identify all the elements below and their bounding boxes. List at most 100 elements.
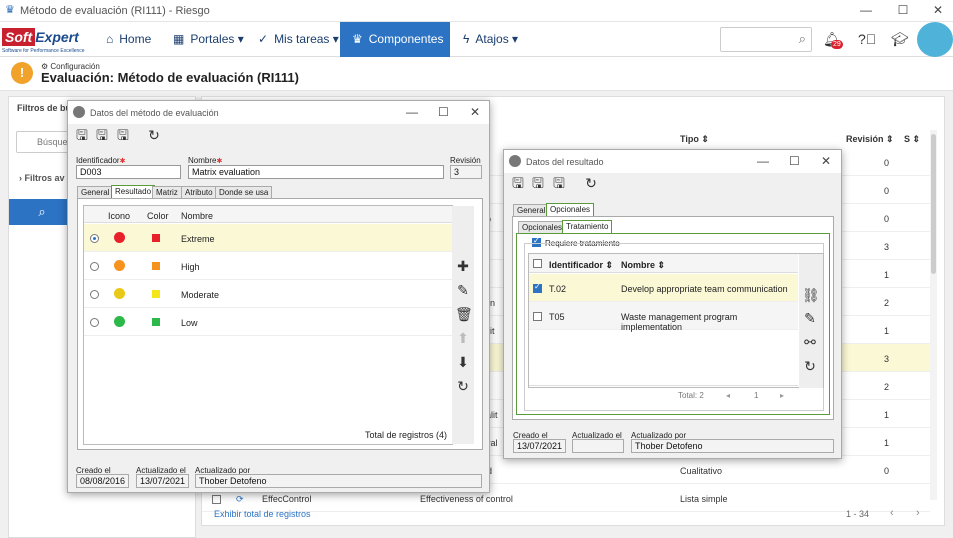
check-icon: ✓: [258, 32, 269, 46]
row-radio[interactable]: [90, 262, 99, 271]
list-item[interactable]: Low: [84, 308, 452, 336]
col-tipo[interactable]: Tipo ⇕: [680, 134, 709, 148]
list-item[interactable]: Moderate: [84, 280, 452, 308]
result-name: High: [181, 262, 200, 272]
save-new-icon[interactable]: 🖫︎: [74, 127, 90, 143]
id-field[interactable]: D003: [76, 165, 181, 179]
maximize-button[interactable]: ☐: [893, 3, 913, 17]
created-field: 13/07/2021: [513, 439, 566, 453]
col-s[interactable]: S ⇕: [904, 134, 920, 148]
prev-page-button[interactable]: ◂: [726, 391, 730, 400]
result-name: Extreme: [181, 234, 215, 244]
select-all-checkbox[interactable]: [533, 259, 542, 268]
save-close-icon[interactable]: 🖫︎: [551, 175, 567, 191]
save-close-icon[interactable]: 🖫︎: [115, 127, 131, 143]
next-page-button[interactable]: ▸: [780, 391, 784, 400]
name-field[interactable]: Matrix evaluation: [188, 165, 444, 179]
close-button[interactable]: ✕: [928, 3, 948, 17]
total-records: Total de registros (4): [365, 430, 448, 440]
save-icon[interactable]: 🖫︎: [530, 175, 546, 191]
help-icon[interactable]: ?⃝: [858, 31, 876, 47]
home-icon: ⌂: [106, 32, 114, 46]
link-icon[interactable]: ⛓︎: [802, 287, 820, 304]
edit-icon[interactable]: ✎: [802, 310, 818, 327]
tab-general[interactable]: General: [77, 186, 114, 198]
minimize-button[interactable]: —: [856, 3, 876, 17]
col-revision[interactable]: Revisión ⇕: [846, 134, 894, 148]
face-icon: [114, 232, 125, 243]
treatment-total: Total: 2: [678, 391, 704, 400]
row-radio[interactable]: [90, 290, 99, 299]
add-icon[interactable]: ✚: [455, 258, 471, 275]
page-number: 1: [754, 391, 759, 400]
maximize-button[interactable]: ☐: [789, 154, 800, 168]
nav-mis-tareas[interactable]: ✓ Mis tareas ▾: [258, 22, 340, 57]
list-item[interactable]: High: [84, 252, 452, 280]
save-new-icon[interactable]: 🖫︎: [510, 175, 526, 191]
grid-scrollbar[interactable]: [930, 130, 937, 500]
table-row[interactable]: T.02 Develop appropriate team communicati…: [529, 274, 798, 302]
page-header: ! ⚙ Configuración Evaluación: Método de …: [0, 57, 953, 91]
nav-atajos[interactable]: ϟ Atajos ▾: [463, 22, 523, 57]
notification-badge: 29: [831, 40, 843, 49]
row-checkbox[interactable]: [533, 312, 542, 321]
refresh-icon[interactable]: ↻: [583, 175, 599, 191]
move-up-icon[interactable]: ⬆: [455, 330, 471, 347]
subtab-opcionales[interactable]: Opcionales: [518, 221, 567, 233]
avatar[interactable]: [917, 22, 953, 57]
graduation-cap-icon[interactable]: 🎓︎: [891, 31, 909, 48]
save-icon[interactable]: 🖫︎: [94, 127, 110, 143]
tab-general[interactable]: General: [513, 204, 550, 216]
tab-opcionales[interactable]: Opcionales: [546, 203, 595, 216]
row-checkbox[interactable]: [533, 282, 542, 293]
edit-icon[interactable]: ✎: [455, 282, 471, 299]
col-nombre[interactable]: Nombre ⇕: [621, 260, 665, 271]
updated-by-field: Thober Detofeno: [195, 474, 482, 488]
tab-resultado[interactable]: Resultado: [111, 185, 156, 198]
table-row[interactable]: T05 Waste management program implementati…: [529, 302, 798, 332]
advanced-filters-toggle[interactable]: › Filtros av: [19, 173, 65, 183]
grid-icon: ▦: [173, 32, 185, 46]
col-identificador[interactable]: Identificador ⇕: [549, 260, 613, 271]
nav-portales[interactable]: ▦ Portales ▾: [173, 22, 253, 57]
dialog-titlebar: Datos del resultado — ☐ ✕: [504, 150, 841, 173]
tab-donde-se-usa[interactable]: Donde se usa: [215, 186, 273, 198]
row-radio[interactable]: [90, 318, 99, 327]
global-search-input[interactable]: ⌕: [720, 27, 812, 52]
move-down-icon[interactable]: ⬇: [455, 354, 471, 371]
tab-matriz[interactable]: Matriz: [152, 186, 182, 198]
refresh-icon[interactable]: ↻: [146, 127, 162, 143]
trash-icon[interactable]: 🗑︎: [455, 306, 473, 323]
softexpert-logo[interactable]: Soft Expert Software for Performance Exce…: [2, 28, 92, 54]
show-total-link[interactable]: Exhibir total de registros: [214, 509, 311, 519]
refresh-icon[interactable]: ↻: [802, 358, 818, 375]
close-button[interactable]: ✕: [470, 105, 480, 119]
row-radio[interactable]: [90, 234, 99, 243]
refresh-icon[interactable]: ↻: [455, 378, 471, 395]
list-item[interactable]: Extreme: [84, 224, 452, 252]
minimize-button[interactable]: —: [406, 105, 418, 119]
subtab-tratamiento[interactable]: Tratamiento: [562, 220, 613, 233]
maximize-button[interactable]: ☐: [438, 105, 449, 119]
row-checkbox[interactable]: [212, 495, 221, 504]
updated-by-field: Thober Detofeno: [631, 439, 834, 453]
search-icon: ⌕: [38, 204, 46, 219]
dialog-evaluation-method: Datos del método de evaluación — ☐ ✕ 🖫︎ …: [67, 100, 490, 493]
color-swatch: [152, 318, 160, 326]
nav-componentes[interactable]: ♛Componentes ▾: [340, 22, 450, 81]
close-button[interactable]: ✕: [821, 154, 831, 168]
window-titlebar: ♛ Método de evaluación (RI111) - Riesgo …: [0, 0, 953, 22]
unlink-icon[interactable]: ⚯: [802, 334, 818, 351]
color-swatch: [152, 262, 160, 270]
nav-home[interactable]: ⌂ Home: [106, 22, 166, 57]
minimize-button[interactable]: —: [757, 154, 769, 168]
globe-icon: [509, 155, 521, 167]
trophy-icon: ♛: [5, 4, 15, 16]
next-page-button[interactable]: ›: [916, 507, 920, 519]
revision-field: 3: [450, 165, 482, 179]
filters-title: Filtros de bú: [17, 103, 71, 113]
tab-atributo[interactable]: Atributo: [181, 186, 217, 198]
prev-page-button[interactable]: ‹: [890, 507, 894, 519]
grid-cell: 1: [884, 410, 890, 420]
search-button[interactable]: ⌕: [9, 199, 75, 225]
